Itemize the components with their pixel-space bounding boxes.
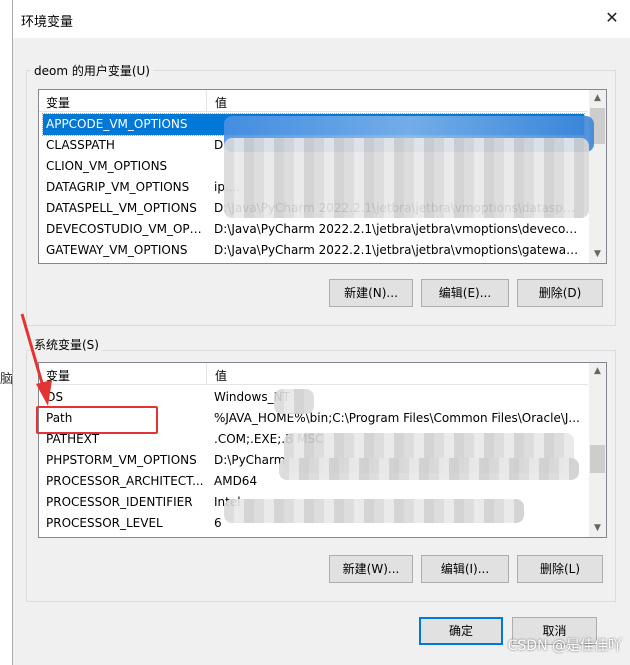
path-highlight-box xyxy=(36,406,158,434)
user-variables-label: deom 的用户变量(U) xyxy=(31,62,153,79)
column-header-variable[interactable]: 变量 xyxy=(46,94,70,111)
title-bar: 环境变量 ✕ xyxy=(13,0,630,38)
variable-name: DEVECOSTUDIO_VM_OPT... xyxy=(46,222,204,236)
scroll-thumb[interactable] xyxy=(590,445,605,473)
red-arrow-icon xyxy=(20,313,52,406)
system-new-button[interactable]: 新建(W)... xyxy=(329,555,413,583)
variable-name: OS xyxy=(46,390,64,404)
scroll-down-icon[interactable]: ▼ xyxy=(589,246,606,263)
scroll-down-icon[interactable]: ▼ xyxy=(589,520,606,537)
scrollbar[interactable]: ▲ ▼ xyxy=(589,363,606,537)
redaction-blur xyxy=(279,458,579,480)
scroll-up-icon[interactable]: ▲ xyxy=(589,90,606,107)
list-header: 变量 值 xyxy=(39,90,588,112)
variable-name: GATEWAY_VM_OPTIONS xyxy=(46,243,188,257)
column-header-value[interactable]: 值 xyxy=(215,94,227,111)
user-edit-button[interactable]: 编辑(E)... xyxy=(421,279,509,307)
variable-name: CLION_VM_OPTIONS xyxy=(46,159,168,173)
user-new-button[interactable]: 新建(N)... xyxy=(329,279,413,307)
variable-name: PROCESSOR_IDENTIFIER xyxy=(46,495,193,509)
variable-value: D:\Java\PyCharm 2022.2.1\jetbra\jetbra\v… xyxy=(214,222,580,236)
list-row-gateway-vm-options[interactable]: GATEWAY_VM_OPTIONS D:\Java\PyCharm 2022.2… xyxy=(43,240,584,261)
column-header-value[interactable]: 值 xyxy=(215,367,227,384)
redaction-blur xyxy=(274,389,314,414)
variable-name: PHPSTORM_VM_OPTIONS xyxy=(46,453,197,467)
user-variables-list[interactable]: 变量 值 ▲ ▼ APPCODE_VM_OPTIONS CLASSPATH D CLIO… xyxy=(38,89,607,264)
variable-name: APPCODE_VM_OPTIONS xyxy=(46,117,188,131)
redaction-blur xyxy=(224,499,524,523)
ok-button[interactable]: 确定 xyxy=(419,617,503,645)
system-delete-button[interactable]: 删除(L) xyxy=(517,555,603,583)
watermark: CSDN @是佳佳吖 xyxy=(507,638,622,654)
system-edit-button[interactable]: 编辑(I)... xyxy=(421,555,509,583)
window-title: 环境变量 xyxy=(21,15,74,30)
variable-name: DATAGRIP_VM_OPTIONS xyxy=(46,180,190,194)
scrollbar[interactable]: ▲ ▼ xyxy=(589,90,606,263)
variable-name: PROCESSOR_ARCHITECT... xyxy=(46,474,204,488)
variable-value: Windows_NT xyxy=(214,390,290,404)
close-icon[interactable]: ✕ xyxy=(602,8,622,27)
list-header: 变量 值 xyxy=(39,363,588,385)
variable-value: D:\Java\PyCharm 2022.2.1\jetbra\jetbra\v… xyxy=(214,243,580,257)
variable-name: PATHEXT xyxy=(46,432,100,446)
variable-value: %JAVA_HOME%\bin;C:\Program Files\Common … xyxy=(214,411,580,425)
variable-name: CLASSPATH xyxy=(46,138,115,152)
environment-variables-dialog: 环境变量 ✕ deom 的用户变量(U) 变量 值 ▲ ▼ APPCODE_VM_… xyxy=(12,0,630,665)
list-row-devecostudio-vm-opt-[interactable]: DEVECOSTUDIO_VM_OPT... D:\Java\PyCharm 20… xyxy=(43,219,584,240)
system-variables-list[interactable]: 变量 值 ▲ ▼ OS Windows_NT Path %JAVA_HOME%\bin;… xyxy=(38,362,607,538)
variable-name: DATASPELL_VM_OPTIONS xyxy=(46,201,197,215)
redaction-blur xyxy=(224,138,589,218)
user-delete-button[interactable]: 删除(D) xyxy=(517,279,603,307)
scroll-up-icon[interactable]: ▲ xyxy=(589,363,606,380)
variable-name: PROCESSOR_LEVEL xyxy=(46,516,163,530)
